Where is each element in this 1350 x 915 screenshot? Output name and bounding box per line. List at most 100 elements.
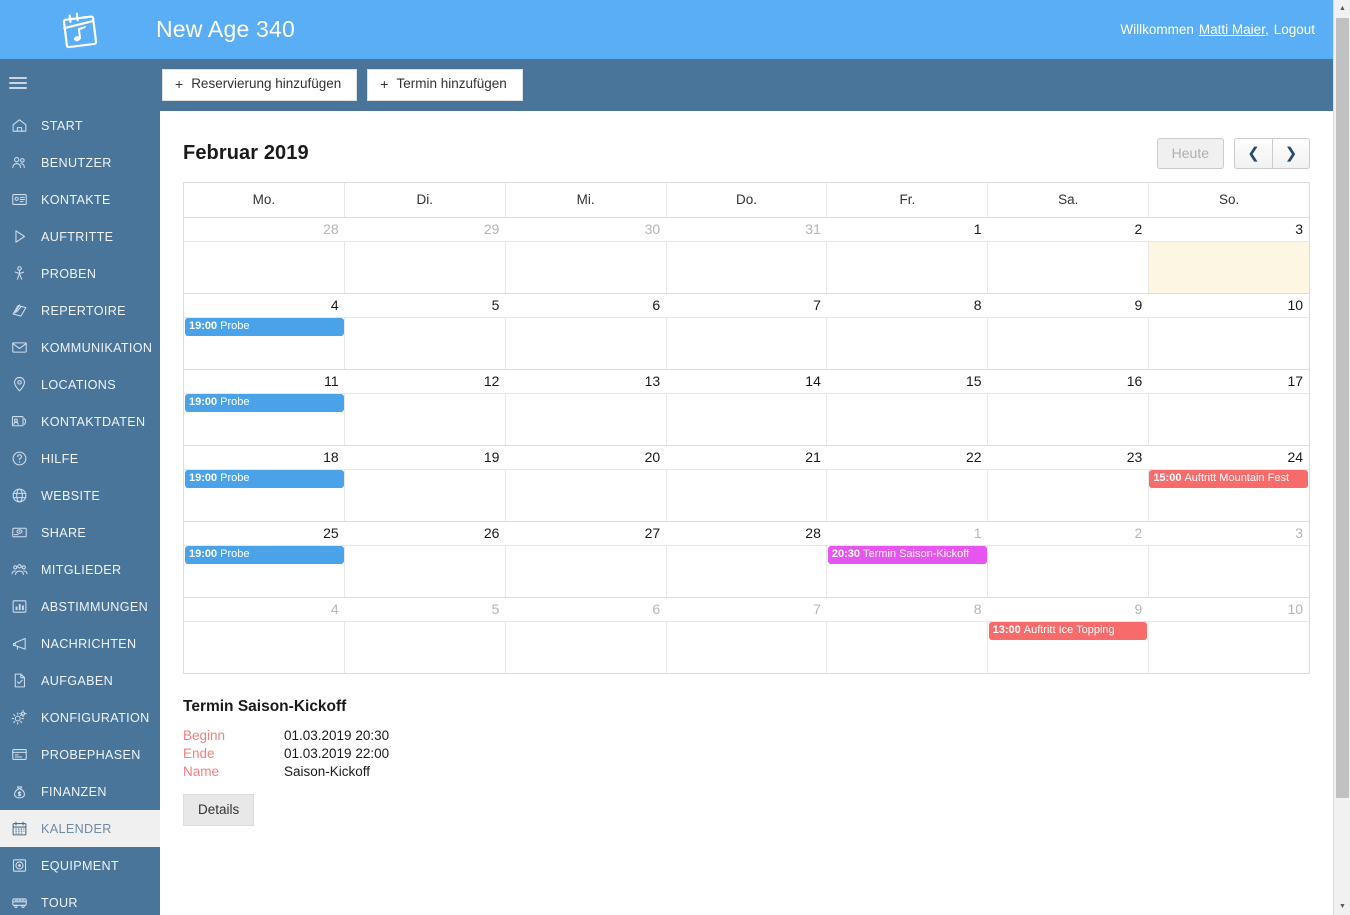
day-number[interactable]: 7 xyxy=(666,598,827,621)
calendar-event-probe[interactable]: 19:00 Probe xyxy=(185,318,344,336)
sidebar-item-share[interactable]: SHARE xyxy=(0,514,160,551)
day-number[interactable]: 27 xyxy=(505,522,666,545)
day-number[interactable]: 3 xyxy=(1148,218,1309,241)
day-number[interactable]: 10 xyxy=(1148,598,1309,621)
sidebar-item-kontaktdaten[interactable]: KONTAKTDATEN xyxy=(0,403,160,440)
hamburger-menu-button[interactable] xyxy=(0,59,160,107)
today-button[interactable]: Heute xyxy=(1156,137,1224,169)
next-month-button[interactable]: ❯ xyxy=(1272,137,1310,169)
sidebar-item-hilfe[interactable]: HILFE xyxy=(0,440,160,477)
day-number[interactable]: 6 xyxy=(505,294,666,317)
day-number[interactable]: 5 xyxy=(345,294,506,317)
day-number[interactable]: 23 xyxy=(988,446,1149,469)
sidebar-item-benutzer[interactable]: BENUTZER xyxy=(0,144,160,181)
day-number[interactable]: 11 xyxy=(184,370,345,393)
calendar-cell[interactable] xyxy=(665,470,827,521)
calendar-cell[interactable] xyxy=(343,470,505,521)
sidebar-item-kalender[interactable]: KALENDER xyxy=(0,810,160,847)
logout-link[interactable]: Logout xyxy=(1274,22,1315,37)
day-number[interactable]: 15 xyxy=(827,370,988,393)
day-number[interactable]: 9 xyxy=(988,294,1149,317)
calendar-cell[interactable] xyxy=(343,242,505,293)
sidebar-item-finanzen[interactable]: FINANZEN xyxy=(0,773,160,810)
sidebar-item-abstimmungen[interactable]: ABSTIMMUNGEN xyxy=(0,588,160,625)
day-number[interactable]: 8 xyxy=(827,598,988,621)
calendar-event-termin[interactable]: 20:30 Termin Saison-Kickoff xyxy=(827,546,987,564)
day-number[interactable]: 21 xyxy=(666,446,827,469)
calendar-cell[interactable] xyxy=(665,546,827,597)
day-number[interactable]: 28 xyxy=(666,522,827,545)
calendar-cell-today[interactable] xyxy=(1148,242,1310,293)
calendar-cell[interactable] xyxy=(504,318,666,369)
day-number[interactable]: 31 xyxy=(666,218,827,241)
sidebar-item-tour[interactable]: TOUR xyxy=(0,884,160,915)
scrollbar-thumb[interactable] xyxy=(1336,18,1349,798)
calendar-event-auftritt[interactable]: 13:00 Auftritt Ice Topping xyxy=(988,622,1148,640)
calendar-cell[interactable] xyxy=(826,242,987,293)
prev-month-button[interactable]: ❮ xyxy=(1234,137,1272,169)
day-number[interactable]: 7 xyxy=(666,294,827,317)
calendar-cell[interactable] xyxy=(504,394,666,445)
calendar-cell[interactable] xyxy=(184,242,344,293)
calendar-cell[interactable] xyxy=(665,622,827,673)
calendar-cell[interactable] xyxy=(826,622,987,673)
day-number[interactable]: 13 xyxy=(505,370,666,393)
calendar-cell[interactable] xyxy=(826,470,987,521)
calendar-event-probe[interactable]: 19:00 Probe xyxy=(185,394,344,412)
calendar-cell[interactable] xyxy=(504,470,666,521)
sidebar-item-mitglieder[interactable]: MITGLIEDER xyxy=(0,551,160,588)
calendar-cell[interactable] xyxy=(343,394,505,445)
calendar-event-probe[interactable]: 19:00 Probe xyxy=(185,546,344,564)
add-termin-button[interactable]: + Termin hinzufügen xyxy=(367,68,523,102)
scroll-down-arrow-icon[interactable]: ▼ xyxy=(1334,898,1350,915)
app-logo[interactable] xyxy=(0,0,160,59)
day-number[interactable]: 26 xyxy=(345,522,506,545)
sidebar-item-repertoire[interactable]: REPERTOIRE xyxy=(0,292,160,329)
day-number[interactable]: 6 xyxy=(505,598,666,621)
day-number[interactable]: 2 xyxy=(988,218,1149,241)
day-number[interactable]: 25 xyxy=(184,522,345,545)
day-number[interactable]: 5 xyxy=(345,598,506,621)
day-number[interactable]: 14 xyxy=(666,370,827,393)
sidebar-item-proben[interactable]: PROBEN xyxy=(0,255,160,292)
day-number[interactable]: 16 xyxy=(988,370,1149,393)
day-number[interactable]: 24 xyxy=(1148,446,1309,469)
sidebar-item-start[interactable]: START xyxy=(0,107,160,144)
calendar-cell[interactable] xyxy=(343,546,505,597)
day-number[interactable]: 30 xyxy=(505,218,666,241)
calendar-event-auftritt[interactable]: 15:00 Auftritt Mountain Fest xyxy=(1149,470,1309,488)
calendar-cell[interactable] xyxy=(987,470,1148,521)
sidebar-item-kommunikation[interactable]: KOMMUNIKATION xyxy=(0,329,160,366)
day-number[interactable]: 4 xyxy=(184,294,345,317)
add-reservierung-button[interactable]: + Reservierung hinzufügen xyxy=(162,68,358,102)
sidebar-item-equipment[interactable]: EQUIPMENT xyxy=(0,847,160,884)
day-number[interactable]: 9 xyxy=(988,598,1149,621)
calendar-cell[interactable] xyxy=(987,242,1148,293)
sidebar-item-probephasen[interactable]: PROBEPHASEN xyxy=(0,736,160,773)
day-number[interactable]: 1 xyxy=(827,522,988,545)
day-number[interactable]: 3 xyxy=(1148,522,1309,545)
user-name-link[interactable]: Matti Maier, xyxy=(1199,22,1269,37)
calendar-cell[interactable] xyxy=(826,394,987,445)
day-number[interactable]: 8 xyxy=(827,294,988,317)
calendar-cell[interactable] xyxy=(826,318,987,369)
calendar-cell[interactable] xyxy=(987,394,1148,445)
day-number[interactable]: 20 xyxy=(505,446,666,469)
day-number[interactable]: 22 xyxy=(827,446,988,469)
calendar-cell[interactable] xyxy=(1148,546,1309,597)
sidebar-item-kontakte[interactable]: KONTAKTE xyxy=(0,181,160,218)
day-number[interactable]: 2 xyxy=(988,522,1149,545)
day-number[interactable]: 10 xyxy=(1148,294,1309,317)
details-button[interactable]: Details xyxy=(183,794,255,826)
calendar-cell[interactable] xyxy=(987,318,1148,369)
calendar-cell[interactable] xyxy=(343,318,505,369)
day-number[interactable]: 12 xyxy=(345,370,506,393)
calendar-cell[interactable] xyxy=(504,546,666,597)
calendar-cell[interactable] xyxy=(184,622,344,673)
calendar-cell[interactable] xyxy=(504,622,666,673)
calendar-cell[interactable] xyxy=(1148,622,1309,673)
sidebar-item-auftritte[interactable]: AUFTRITTE xyxy=(0,218,160,255)
calendar-cell[interactable] xyxy=(665,242,827,293)
calendar-cell[interactable] xyxy=(1148,318,1309,369)
calendar-cell[interactable] xyxy=(987,546,1148,597)
